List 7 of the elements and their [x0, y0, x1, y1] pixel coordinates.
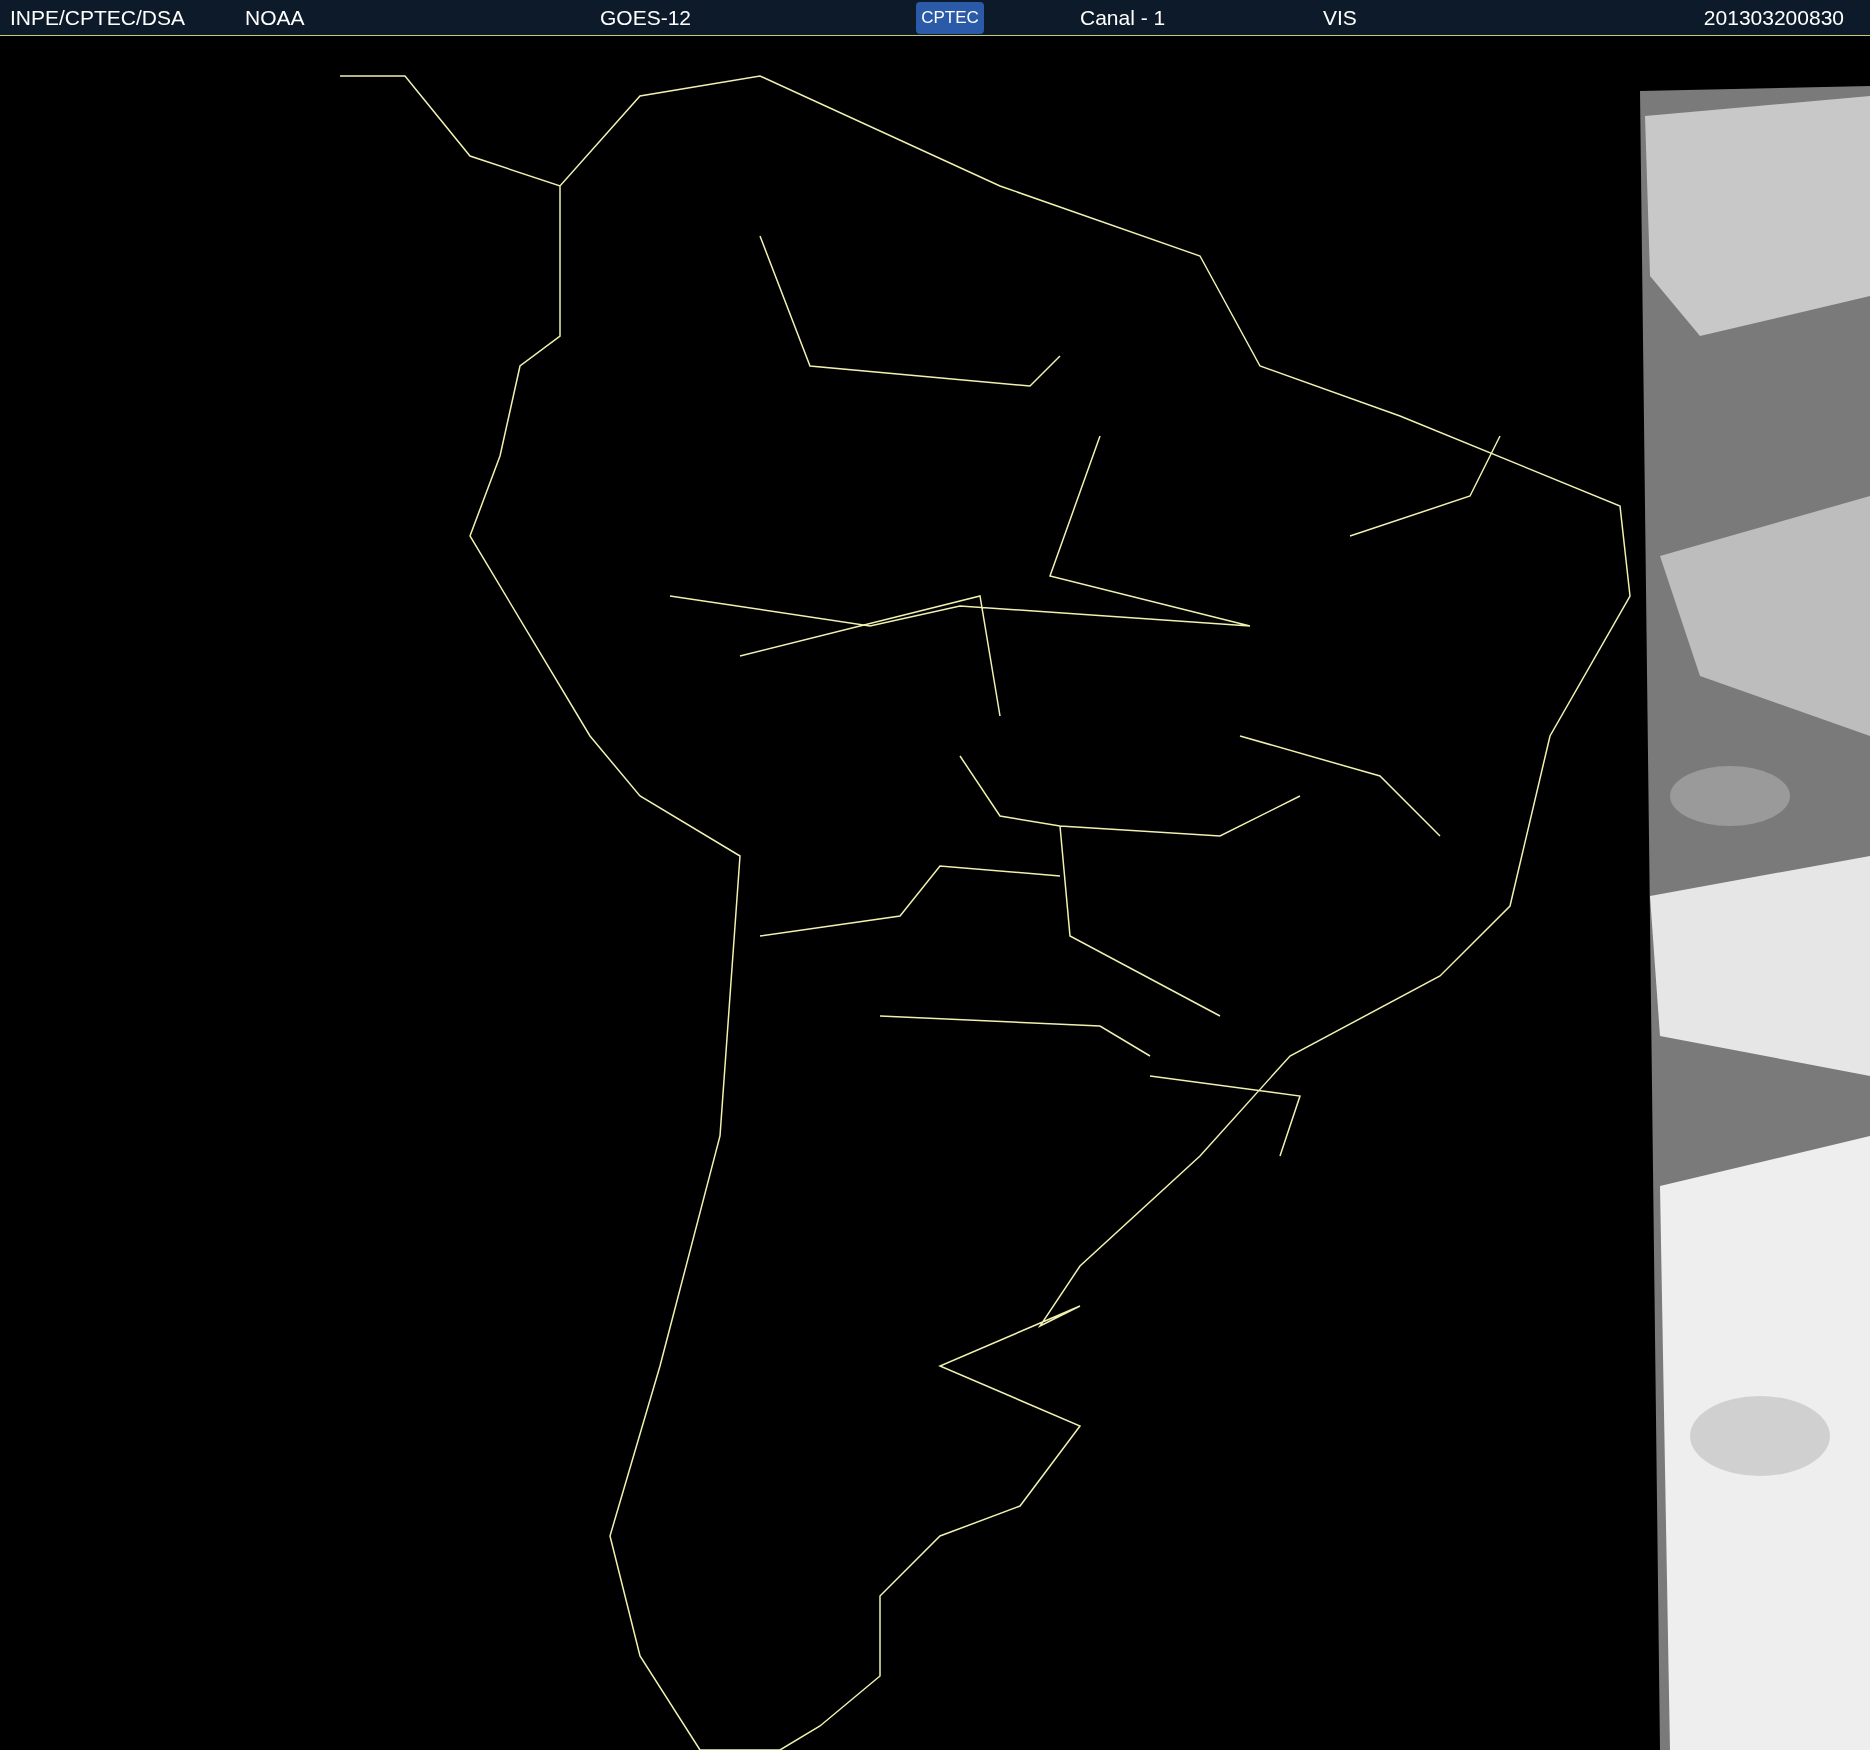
- band-label: VIS: [1323, 4, 1358, 31]
- channel-label: Canal - 1: [1080, 4, 1167, 31]
- source-label: NOAA: [245, 4, 306, 31]
- timestamp-label: 201303200830: [1703, 4, 1844, 31]
- agency-label: INPE/CPTEC/DSA: [10, 4, 187, 31]
- satellite-label: GOES-12: [600, 4, 693, 31]
- logo: CPTEC: [916, 1, 984, 34]
